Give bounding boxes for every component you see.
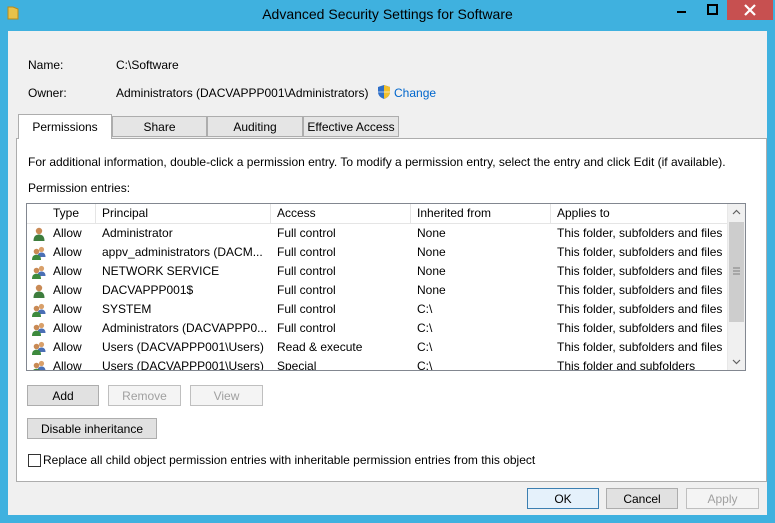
cell-principal: Administrators (DACVAPPP0... — [102, 321, 268, 335]
cell-principal: SYSTEM — [102, 302, 152, 316]
add-button[interactable]: Add — [27, 385, 99, 406]
cell-access: Full control — [277, 302, 336, 316]
cell-inherited: None — [417, 283, 446, 297]
scroll-down-arrow-icon[interactable] — [728, 353, 745, 370]
tab-share[interactable]: Share — [112, 116, 207, 137]
cell-type: Allow — [53, 359, 82, 371]
owner-label: Owner: — [28, 86, 67, 100]
dialog-window: Advanced Security Settings for Software … — [0, 0, 775, 523]
cell-access: Full control — [277, 264, 336, 278]
cell-principal: Users (DACVAPPP001\Users) — [102, 359, 264, 371]
cell-applies: This folder, subfolders and files — [557, 340, 723, 354]
list-header: Type Principal Access Inherited from App… — [27, 204, 727, 224]
replace-child-permissions-label: Replace all child object permission entr… — [43, 453, 536, 467]
cell-applies: This folder, subfolders and files — [557, 226, 723, 240]
cell-type: Allow — [53, 321, 82, 335]
scroll-up-arrow-icon[interactable] — [728, 204, 745, 221]
group-icon — [31, 340, 47, 356]
column-header-access[interactable]: Access — [271, 204, 411, 223]
cell-applies: This folder, subfolders and files — [557, 264, 723, 278]
cell-principal: Administrator — [102, 226, 173, 240]
cell-access: Full control — [277, 321, 336, 335]
tab-auditing[interactable]: Auditing — [207, 116, 303, 137]
scroll-thumb[interactable] — [729, 222, 744, 322]
cell-type: Allow — [53, 340, 82, 354]
remove-button[interactable]: Remove — [108, 385, 181, 406]
column-header-inherited-from[interactable]: Inherited from — [411, 204, 551, 223]
table-row[interactable]: Allow SYSTEM Full control C:\ This folder, s… — [27, 300, 727, 319]
permission-entries-label: Permission entries: — [28, 181, 131, 195]
cell-type: Allow — [53, 302, 82, 316]
tab-effective-access[interactable]: Effective Access — [303, 116, 399, 137]
cell-inherited: C:\ — [417, 340, 433, 354]
column-header-type[interactable]: Type — [47, 204, 96, 223]
cell-applies: This folder, subfolders and files — [557, 302, 723, 316]
table-row[interactable]: Allow NETWORK SERVICE Full control None This… — [27, 262, 727, 281]
column-header-principal[interactable]: Principal — [96, 204, 271, 223]
group-icon — [31, 359, 47, 370]
cell-principal: Users (DACVAPPP001\Users) — [102, 340, 264, 354]
group-icon — [31, 264, 47, 280]
group-icon — [31, 321, 47, 337]
table-row[interactable]: Allow Users (DACVAPPP001\Users) Special C:\… — [27, 357, 727, 371]
table-row[interactable]: Allow appv_administrators (DACM... Full co… — [27, 243, 727, 262]
permission-entries-list[interactable]: Type Principal Access Inherited from App… — [26, 203, 746, 371]
cell-access: Read & execute — [277, 340, 363, 354]
cell-applies: This folder, subfolders and files — [557, 245, 723, 259]
uac-shield-icon — [376, 84, 392, 100]
cell-type: Allow — [53, 226, 82, 240]
group-icon — [31, 302, 47, 318]
name-value: C:\Software — [116, 58, 179, 72]
cell-applies: This folder, subfolders and files — [557, 321, 723, 335]
window-title: Advanced Security Settings for Software — [262, 6, 513, 22]
cell-type: Allow — [53, 264, 82, 278]
table-row[interactable]: Allow Administrators (DACVAPPP0... Full co… — [27, 319, 727, 338]
replace-child-permissions-checkbox[interactable] — [28, 454, 41, 467]
tab-permissions-overlay[interactable]: Permissions — [18, 114, 112, 139]
vertical-scrollbar[interactable] — [727, 204, 745, 370]
cell-principal: DACVAPPP001$ — [102, 283, 194, 297]
cell-inherited: None — [417, 264, 446, 278]
group-icon — [31, 245, 47, 261]
dialog-body: Name: C:\Software Owner: Administrators … — [8, 31, 767, 515]
cell-access: Full control — [277, 283, 336, 297]
view-button[interactable]: View — [190, 385, 263, 406]
cell-applies: This folder, subfolders and files — [557, 283, 723, 297]
minimize-button[interactable] — [667, 0, 696, 20]
cell-type: Allow — [53, 245, 82, 259]
table-row[interactable]: Allow DACVAPPP001$ Full control None This fo… — [27, 281, 727, 300]
cell-inherited: C:\ — [417, 321, 433, 335]
change-owner-link[interactable]: Change — [394, 86, 436, 100]
cell-access: Full control — [277, 226, 336, 240]
cell-access: Full control — [277, 245, 336, 259]
table-row[interactable]: Allow Users (DACVAPPP001\Users) Read & exe… — [27, 338, 727, 357]
apply-button[interactable]: Apply — [686, 488, 759, 509]
user-icon — [31, 226, 47, 242]
ok-button[interactable]: OK — [527, 488, 599, 509]
maximize-button[interactable] — [698, 0, 727, 20]
user-icon — [31, 283, 47, 299]
name-label: Name: — [28, 58, 64, 72]
cell-access: Special — [277, 359, 317, 371]
cell-principal: NETWORK SERVICE — [102, 264, 220, 278]
table-row[interactable]: Allow Administrator Full control None This f… — [27, 224, 727, 243]
info-text: For additional information, double-click… — [28, 155, 726, 169]
cell-inherited: None — [417, 226, 446, 240]
disable-inheritance-button[interactable]: Disable inheritance — [27, 418, 157, 439]
column-header-applies-to[interactable]: Applies to — [551, 204, 727, 223]
close-button[interactable] — [727, 0, 773, 20]
cell-inherited: C:\ — [417, 302, 433, 316]
cell-applies: This folder and subfolders — [557, 359, 696, 371]
cell-inherited: None — [417, 245, 446, 259]
cell-principal: appv_administrators (DACM... — [102, 245, 263, 259]
cancel-button[interactable]: Cancel — [606, 488, 678, 509]
cell-type: Allow — [53, 283, 82, 297]
owner-value: Administrators (DACVAPPP001\Administrato… — [116, 86, 369, 100]
title-bar[interactable]: Advanced Security Settings for Software — [0, 0, 775, 30]
cell-inherited: C:\ — [417, 359, 433, 371]
